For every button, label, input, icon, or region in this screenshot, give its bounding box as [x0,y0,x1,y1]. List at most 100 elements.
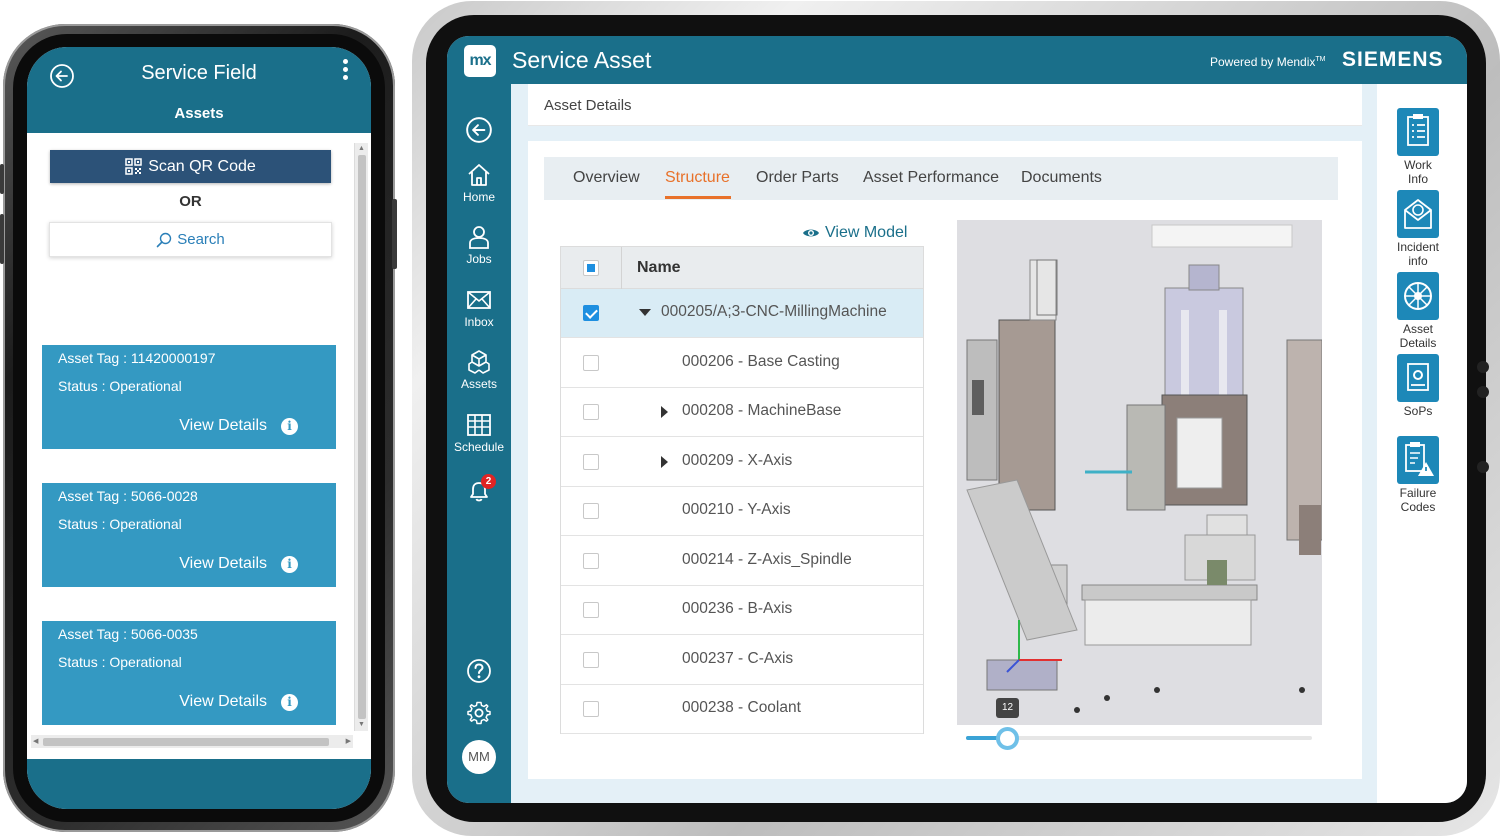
phone-app-title: Service Field [141,62,257,84]
scan-qr-label: Scan QR Code [148,157,256,175]
tree-row[interactable]: 000210 - Y-Axis [561,487,923,536]
scrollbar-thumb[interactable] [358,155,366,719]
tab-structure[interactable]: Structure [665,169,730,187]
asset-card: Asset Tag : 5066-0035 Status : Operation… [42,621,336,725]
3d-model-viewer[interactable] [957,220,1322,725]
sops-button[interactable]: SoPs [1377,354,1459,418]
row-checkbox[interactable] [583,404,599,420]
scroll-down-arrow-icon[interactable]: ▼ [358,721,365,729]
expand-caret-icon[interactable] [661,406,668,418]
settings-button[interactable] [447,700,511,728]
tree-row[interactable]: 000205/A;3-CNC-MillingMachine [561,289,923,338]
slider-value-tooltip: 12 [996,698,1019,718]
incident-info-button[interactable]: Incident info [1377,190,1459,268]
view-details-button[interactable]: View Details i [179,555,298,573]
row-checkbox[interactable] [583,354,599,371]
sidebar-item-label: Inbox [464,315,494,329]
row-checkbox[interactable] [583,602,599,618]
row-checkbox[interactable] [583,503,599,519]
select-all-checkbox[interactable] [583,260,599,276]
tree-row[interactable]: 000236 - B-Axis [561,586,923,635]
sidebar-item-label: Jobs [466,252,492,266]
phone-side-button [0,164,4,194]
view-model-link[interactable]: View Model [802,224,907,242]
tree-row-label: 000214 - Z-Axis_Spindle [682,550,852,568]
row-checkbox[interactable] [583,701,599,717]
tree-row[interactable]: 000238 - Coolant [561,685,923,734]
help-icon [467,659,491,683]
camera-dot [1477,386,1489,398]
search-label: Search [177,231,225,248]
scroll-left-arrow-icon[interactable]: ◀ [33,737,38,745]
sidebar-item-schedule[interactable]: Schedule [447,412,511,454]
sidebar-item-jobs[interactable]: Jobs [447,224,511,266]
scroll-right-arrow-icon[interactable]: ▶ [346,737,351,745]
more-options-icon[interactable] [341,59,349,83]
view-details-label: View Details [179,693,267,710]
sidebar-item-assets[interactable]: Assets [447,349,511,391]
back-button[interactable] [447,116,511,146]
envelope-icon [467,291,491,309]
tree-row-label: 000205/A;3-CNC-MillingMachine [661,303,887,320]
cnc-machine-3d-render [957,220,1322,725]
horizontal-scrollbar[interactable]: ◀ ▶ [31,735,353,748]
tree-row-label: 000208 - MachineBase [682,402,842,419]
sidebar-item-label: Home [462,190,495,204]
tree-row[interactable]: 000206 - Base Casting [561,339,923,388]
view-details-button[interactable]: View Details i [179,693,298,711]
avatar[interactable]: MM [462,740,496,774]
sidebar-item-label: Schedule [453,440,505,454]
left-sidebar: Home Jobs Inbox Assets Schedule 2 MM [447,84,511,803]
search-button[interactable]: Search [49,222,332,257]
help-button[interactable] [447,658,511,686]
tree-row[interactable]: 000214 - Z-Axis_Spindle [561,537,923,586]
asset-details-button[interactable]: Asset Details [1377,272,1459,350]
gear-document-icon [1397,354,1439,402]
asset-status: Status : Operational [58,654,182,670]
sidebar-item-home[interactable]: Home [447,162,511,204]
incident-info-label-line2: info [1408,254,1428,268]
asset-details-panel: Overview Structure Order Parts Asset Per… [528,141,1362,779]
scan-qr-button[interactable]: Scan QR Code [50,150,331,183]
tree-row-label: 000238 - Coolant [682,699,801,716]
cubes-icon [468,350,490,374]
sidebar-item-inbox[interactable]: Inbox [447,287,511,329]
sops-label: SoPs [1403,404,1433,418]
expand-caret-icon[interactable] [661,455,668,468]
clipboard-warning-icon [1397,436,1439,484]
collapse-caret-icon[interactable] [639,309,651,316]
tablet-screen: mx Service Asset Powered by MendixTM SIE… [447,36,1467,803]
row-checkbox[interactable] [583,651,599,668]
structure-tree: Name 000205/A;3-CNC-MillingMachine 000206… [560,246,924,734]
work-info-button[interactable]: Work Info [1377,108,1459,186]
work-info-label-line2: Info [1407,172,1428,186]
tree-row[interactable]: 000208 - MachineBase [561,388,923,437]
explode-slider-handle[interactable] [996,727,1019,750]
tab-documents[interactable]: Documents [1021,169,1102,187]
scrollbar-thumb[interactable] [43,738,329,746]
tree-row-label: 000209 - X-Axis [682,451,793,469]
camera-dot [1477,361,1489,373]
camera-dot [1477,461,1489,473]
tab-overview[interactable]: Overview [573,169,640,187]
vertical-scrollbar[interactable]: ▲ ▼ [354,143,368,731]
failure-codes-button[interactable]: Failure Codes [1377,436,1459,514]
tree-row[interactable]: 000237 - C-Axis [561,636,923,685]
app-header: mx Service Asset Powered by MendixTM SIE… [447,36,1467,84]
asset-card: Asset Tag : 5066-0028 Status : Operation… [42,483,336,587]
scroll-up-arrow-icon[interactable]: ▲ [358,145,365,153]
row-checkbox[interactable] [583,453,599,470]
or-divider: OR [179,193,202,210]
tab-asset-performance[interactable]: Asset Performance [863,169,999,187]
phone-content: Scan QR Code OR Search Asset Tag : 11420… [27,133,371,748]
row-checkbox[interactable] [583,552,599,569]
info-icon: i [281,693,298,711]
view-details-button[interactable]: View Details i [179,417,298,435]
tree-row[interactable]: 000209 - X-Axis [561,438,923,487]
home-icon [468,164,490,186]
row-checkbox[interactable] [583,305,599,321]
tab-order-parts[interactable]: Order Parts [756,169,839,187]
powered-by-label: Powered by MendixTM [1210,55,1326,69]
notifications-button[interactable]: 2 [447,474,511,506]
eye-icon [803,229,819,237]
